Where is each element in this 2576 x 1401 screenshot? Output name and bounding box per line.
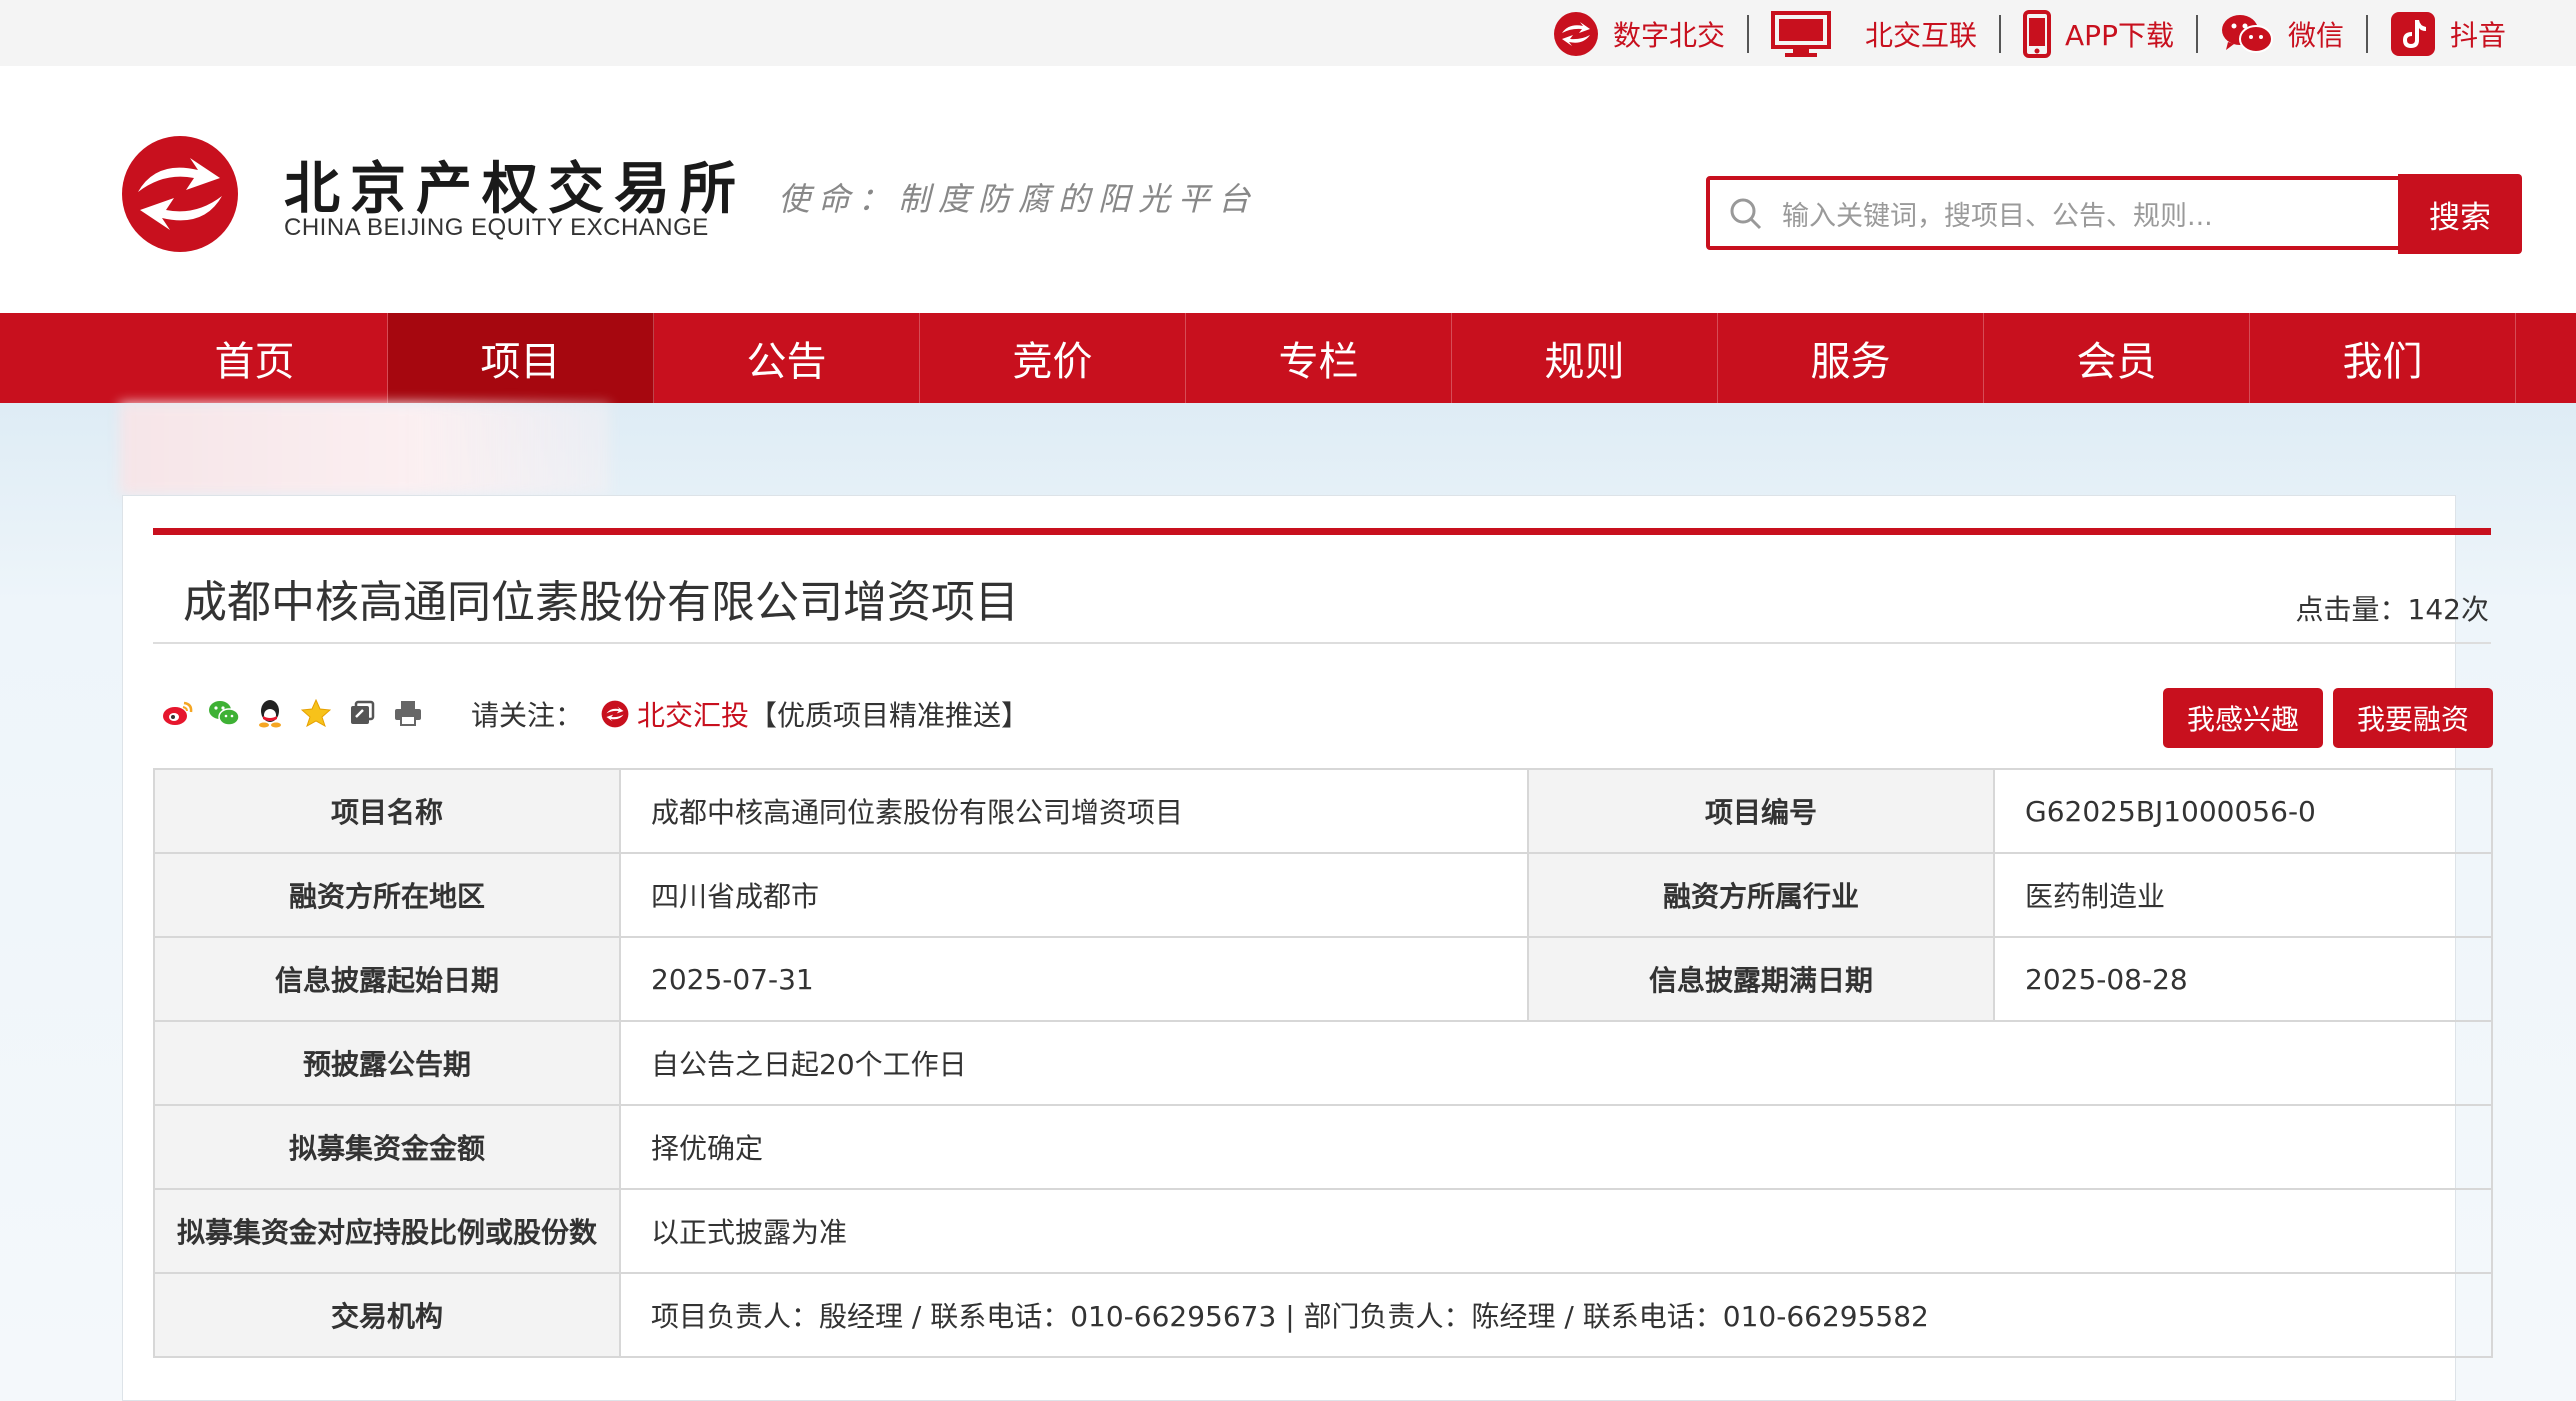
top-utility-bar: 数字北交 北交互联 APP下载 微信 抖音 (0, 0, 2576, 66)
page-title: 成都中核高通同位素股份有限公司增资项目 (183, 577, 1019, 628)
douyin-icon (2390, 11, 2436, 57)
search-icon (1728, 196, 1764, 236)
table-label: 信息披露起始日期 (153, 936, 621, 1022)
nav-item-rules[interactable]: 规则 (1452, 313, 1718, 403)
top-links: 数字北交 北交互联 APP下载 微信 抖音 (1553, 8, 2506, 60)
table-row: 拟募集资金对应持股比例或股份数 以正式披露为准 (153, 1188, 2493, 1274)
search-bar: 搜索 (1706, 174, 2522, 254)
search-input[interactable] (1780, 190, 2384, 242)
follow-label: 请关注： (471, 699, 584, 732)
top-link-label: APP下载 (2065, 19, 2174, 52)
table-row: 融资方所在地区 四川省成都市 融资方所属行业 医药制造业 (153, 852, 2493, 938)
top-link-label: 数字北交 (1613, 19, 1726, 52)
nav-item-home[interactable]: 首页 (122, 313, 388, 403)
nav-item-columns[interactable]: 专栏 (1186, 313, 1452, 403)
table-value: 自公告之日起20个工作日 (619, 1020, 2493, 1106)
title-red-rule (153, 528, 2491, 535)
search-button[interactable]: 搜索 (2398, 174, 2522, 254)
table-label: 预披露公告期 (153, 1020, 621, 1106)
monitor-icon (1771, 10, 1832, 58)
table-label: 项目名称 (153, 768, 621, 854)
table-value: 择优确定 (619, 1104, 2493, 1190)
table-row: 项目名称 成都中核高通同位素股份有限公司增资项目 项目编号 G62025BJ10… (153, 768, 2493, 854)
table-row: 拟募集资金金额 择优确定 (153, 1104, 2493, 1190)
table-value: G62025BJ1000056-0 (1993, 768, 2493, 854)
table-value: 2025-07-31 (619, 936, 1529, 1022)
site-header: 北京产权交易所 CHINA BEIJING EQUITY EXCHANGE 使命… (0, 66, 2576, 313)
table-row: 交易机构 项目负责人：殷经理 / 联系电话：010-66295673 | 部门负… (153, 1272, 2493, 1358)
top-link-douyin[interactable]: 抖音 (2390, 11, 2506, 57)
bjex-logo-icon (601, 700, 629, 728)
top-link-label: 抖音 (2449, 19, 2506, 52)
bjex-logo-icon (1553, 11, 1599, 57)
table-label: 拟募集资金对应持股比例或股份数 (153, 1188, 621, 1274)
weibo-icon[interactable] (161, 696, 195, 730)
divider (2195, 15, 2198, 53)
nav-item-announcements[interactable]: 公告 (654, 313, 920, 403)
qzone-star-icon[interactable] (299, 696, 333, 730)
nav-item-services[interactable]: 服务 (1718, 313, 1984, 403)
logo-chinese-name: 北京产权交易所 (284, 156, 746, 222)
top-link-app-download[interactable]: APP下载 (2023, 10, 2174, 58)
table-row: 信息披露起始日期 2025-07-31 信息披露期满日期 2025-08-28 (153, 936, 2493, 1022)
logo-english-name: CHINA BEIJING EQUITY EXCHANGE (284, 214, 709, 241)
top-link-bjex-hulian[interactable]: 北交互联 (1771, 10, 1977, 58)
bjex-logo-icon[interactable] (120, 134, 240, 254)
divider (153, 642, 2491, 644)
finance-button[interactable]: 我要融资 (2333, 688, 2493, 748)
nav-item-members[interactable]: 会员 (1984, 313, 2250, 403)
table-row: 预披露公告期 自公告之日起20个工作日 (153, 1020, 2493, 1106)
qq-icon[interactable] (253, 696, 287, 730)
divider (2365, 15, 2368, 53)
table-label: 信息披露期满日期 (1527, 936, 1995, 1022)
table-label: 融资方所属行业 (1527, 852, 1995, 938)
nav-item-projects[interactable]: 项目 (388, 313, 654, 403)
copy-link-icon[interactable] (345, 696, 379, 730)
top-link-label: 微信 (2287, 19, 2344, 52)
nav-item-bidding[interactable]: 竞价 (920, 313, 1186, 403)
project-info-table: 项目名称 成都中核高通同位素股份有限公司增资项目 项目编号 G62025BJ10… (153, 768, 2493, 1358)
blurred-breadcrumb (120, 403, 610, 495)
click-count: 点击量：142次 (2295, 593, 2489, 626)
table-label: 融资方所在地区 (153, 852, 621, 938)
nav-item-about-us[interactable]: 我们 (2250, 313, 2516, 403)
follow-brand-name: 北交汇投 (637, 699, 750, 732)
table-label: 项目编号 (1527, 768, 1995, 854)
table-value: 2025-08-28 (1993, 936, 2493, 1022)
main-nav: 首页 项目 公告 竞价 专栏 规则 服务 会员 我们 (0, 313, 2576, 403)
table-label: 交易机构 (153, 1272, 621, 1358)
follow-prompt: 请关注： 北交汇投 【优质项目精准推送】 (471, 694, 1029, 734)
table-value: 医药制造业 (1993, 852, 2493, 938)
follow-suffix: 【优质项目精准推送】 (749, 699, 1030, 732)
share-icons (161, 696, 437, 730)
table-value: 以正式披露为准 (619, 1188, 2493, 1274)
project-detail-panel: 成都中核高通同位素股份有限公司增资项目 点击量：142次 请关注： 北交汇投 【… (122, 495, 2493, 1401)
follow-brand-link[interactable]: 北交汇投 (601, 694, 749, 734)
divider (1999, 15, 2002, 53)
table-value: 项目负责人：殷经理 / 联系电话：010-66295673 | 部门负责人：陈经… (619, 1272, 2493, 1358)
mission-slogan: 使命：制度防腐的阳光平台 (778, 180, 1259, 218)
top-link-digital-bjex[interactable]: 数字北交 (1553, 11, 1725, 57)
interest-button[interactable]: 我感兴趣 (2163, 688, 2323, 748)
wechat-icon (2220, 12, 2274, 56)
print-icon[interactable] (391, 696, 425, 730)
table-label: 拟募集资金金额 (153, 1104, 621, 1190)
top-link-wechat[interactable]: 微信 (2220, 12, 2344, 56)
table-value: 四川省成都市 (619, 852, 1529, 938)
wechat-share-icon[interactable] (207, 696, 241, 730)
top-link-label: 北交互联 (1865, 19, 1978, 52)
table-value: 成都中核高通同位素股份有限公司增资项目 (619, 768, 1529, 854)
divider (1747, 15, 1750, 53)
phone-icon (2023, 10, 2052, 58)
